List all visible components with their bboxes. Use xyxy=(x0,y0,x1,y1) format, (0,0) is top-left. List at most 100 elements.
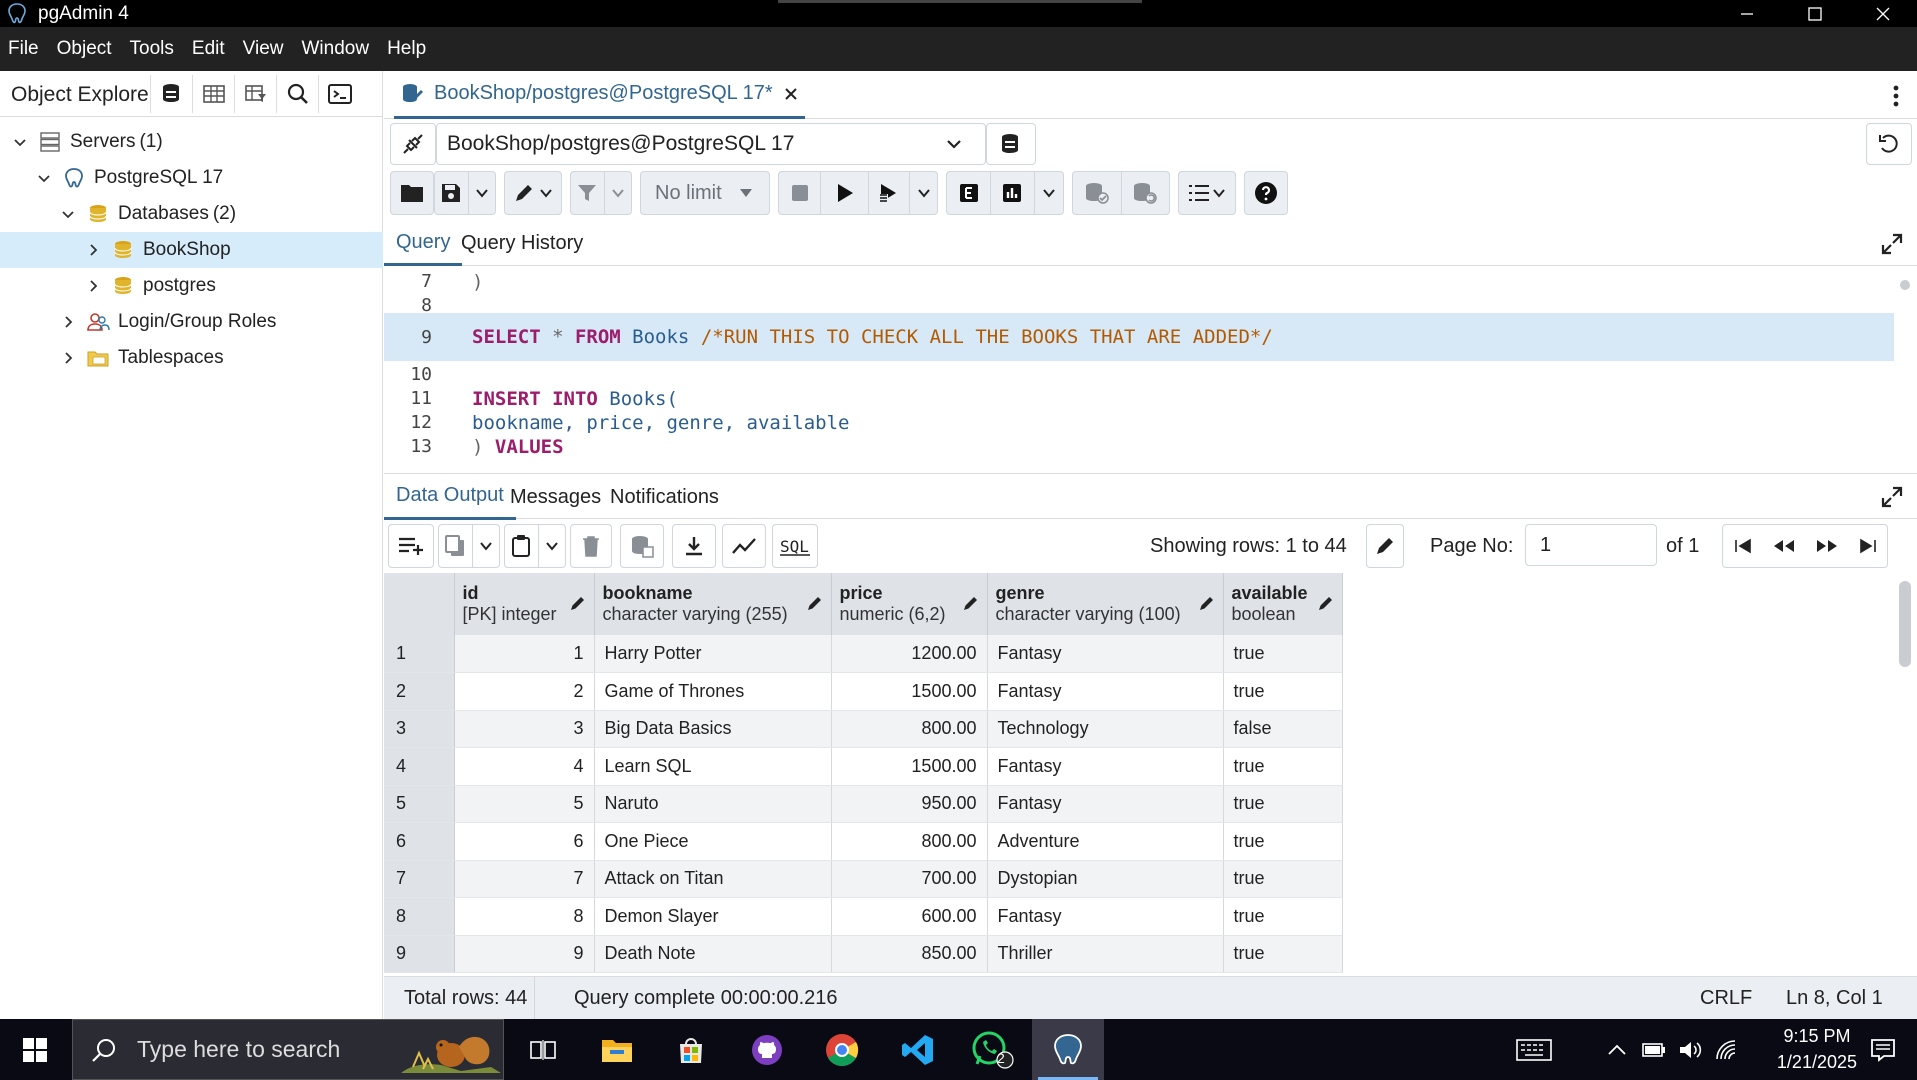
save-file-button[interactable] xyxy=(435,172,468,214)
explain-dropdown[interactable] xyxy=(1033,172,1064,214)
column-header-available[interactable]: available boolean xyxy=(1223,573,1343,635)
copy-dropdown[interactable] xyxy=(471,525,499,567)
vscode-button[interactable] xyxy=(883,1019,953,1080)
cell-available[interactable]: true xyxy=(1223,785,1343,823)
graph-visualiser-button[interactable] xyxy=(722,524,766,568)
chevron-down-icon[interactable] xyxy=(12,134,28,150)
cell-available[interactable]: true xyxy=(1223,935,1343,973)
tab-data-output[interactable]: Data Output xyxy=(384,474,516,520)
cell-bookname[interactable]: Demon Slayer xyxy=(594,897,832,936)
commit-button[interactable] xyxy=(1073,172,1121,214)
column-header-price[interactable]: price numeric (6,2) xyxy=(831,573,988,635)
connection-select[interactable]: BookShop/postgres@PostgreSQL 17 xyxy=(436,123,986,165)
search-objects-icon[interactable] xyxy=(276,75,318,113)
copy-button[interactable] xyxy=(439,525,472,567)
cell-id[interactable]: 5 xyxy=(454,785,595,823)
save-options-dropdown[interactable] xyxy=(467,172,495,214)
query-tool-db-button[interactable] xyxy=(150,75,192,113)
column-header-genre[interactable]: genre character varying (100) xyxy=(987,573,1224,635)
edit-column-icon[interactable] xyxy=(807,595,823,611)
download-csv-button[interactable] xyxy=(672,524,716,568)
chevron-down-icon[interactable] xyxy=(36,170,52,186)
cell-price[interactable]: 1200.00 xyxy=(831,635,988,673)
tab-query-history[interactable]: Query History xyxy=(449,221,595,266)
stop-query-button[interactable] xyxy=(779,172,820,214)
editor-scrollbar[interactable] xyxy=(1899,279,1911,454)
wifi-icon[interactable] xyxy=(1714,1039,1738,1061)
taskbar-search[interactable]: Type here to search xyxy=(72,1019,504,1080)
table-row[interactable]: 9 9 Death Note 850.00 Thriller true xyxy=(384,935,1343,973)
row-number-cell[interactable]: 8 xyxy=(384,897,455,936)
add-row-button[interactable] xyxy=(388,524,434,568)
sql-editor[interactable]: 7 ) 8 9 SELECT * FROM Books /*RUN THIS T… xyxy=(384,267,1917,472)
tree-tablespaces[interactable]: Tablespaces xyxy=(60,340,224,376)
open-file-button[interactable] xyxy=(390,171,434,215)
row-limit-select[interactable]: No limit xyxy=(640,171,770,215)
edit-menu-button[interactable] xyxy=(504,171,562,215)
cell-price[interactable]: 1500.00 xyxy=(831,747,988,786)
new-connection-button[interactable] xyxy=(986,123,1036,165)
cell-price[interactable]: 950.00 xyxy=(831,785,988,823)
explain-button[interactable] xyxy=(947,172,990,214)
cell-price[interactable]: 800.00 xyxy=(831,710,988,748)
row-number-cell[interactable]: 5 xyxy=(384,785,455,823)
row-number-cell[interactable]: 6 xyxy=(384,822,455,861)
execute-script-button[interactable] xyxy=(867,172,909,214)
more-options-icon[interactable] xyxy=(1893,85,1899,107)
battery-icon[interactable] xyxy=(1642,1042,1666,1058)
microsoft-store-button[interactable] xyxy=(656,1019,726,1080)
chevron-right-icon[interactable] xyxy=(85,278,101,294)
keyboard-layout-icon[interactable] xyxy=(1516,1038,1552,1062)
whatsapp-button[interactable]: 2 xyxy=(958,1019,1028,1080)
save-data-changes-button[interactable] xyxy=(620,524,664,568)
row-number-cell[interactable]: 3 xyxy=(384,710,455,748)
table-row[interactable]: 4 4 Learn SQL 1500.00 Fantasy true xyxy=(384,747,1343,786)
row-number-cell[interactable]: 9 xyxy=(384,935,455,973)
menu-edit[interactable]: Edit xyxy=(192,38,225,60)
filtered-rows-button[interactable] xyxy=(234,75,276,113)
previous-page-icon[interactable] xyxy=(1773,538,1795,554)
close-window-button[interactable] xyxy=(1849,0,1917,27)
task-view-button[interactable] xyxy=(508,1019,578,1080)
cell-id[interactable]: 2 xyxy=(454,672,595,711)
cell-price[interactable]: 850.00 xyxy=(831,935,988,973)
cell-bookname[interactable]: Learn SQL xyxy=(594,747,832,786)
cell-id[interactable]: 8 xyxy=(454,897,595,936)
page-number-input[interactable]: 1 xyxy=(1525,524,1657,566)
pgadmin-taskbar-button[interactable] xyxy=(1032,1019,1104,1080)
notification-center-button[interactable] xyxy=(1848,1019,1917,1080)
grid-scrollbar[interactable] xyxy=(1899,581,1911,667)
chrome-button[interactable] xyxy=(807,1019,877,1080)
cell-genre[interactable]: Fantasy xyxy=(987,672,1224,711)
system-clock[interactable]: 9:15 PM 1/21/2025 xyxy=(1777,1023,1857,1075)
help-button[interactable] xyxy=(1244,171,1288,215)
macros-menu-button[interactable] xyxy=(1178,171,1236,215)
tab-messages[interactable]: Messages xyxy=(498,474,613,520)
maximize-editor-icon[interactable] xyxy=(1881,233,1903,255)
close-tab-icon[interactable] xyxy=(783,86,799,102)
cell-genre[interactable]: Thriller xyxy=(987,935,1224,973)
cell-genre[interactable]: Technology xyxy=(987,710,1224,748)
edit-rows-range-button[interactable] xyxy=(1366,524,1404,568)
reset-layout-button[interactable] xyxy=(1866,123,1912,165)
cell-id[interactable]: 4 xyxy=(454,747,595,786)
last-page-icon[interactable] xyxy=(1859,538,1877,554)
tree-db-postgres[interactable]: postgres xyxy=(85,268,216,304)
table-row[interactable]: 7 7 Attack on Titan 700.00 Dystopian true xyxy=(384,860,1343,898)
file-explorer-button[interactable] xyxy=(582,1019,652,1080)
cell-available[interactable]: true xyxy=(1223,747,1343,786)
table-row[interactable]: 3 3 Big Data Basics 800.00 Technology false xyxy=(384,710,1343,748)
cell-genre[interactable]: Adventure xyxy=(987,822,1224,861)
cell-genre[interactable]: Fantasy xyxy=(987,747,1224,786)
tree-postgresql-17[interactable]: PostgreSQL 17 xyxy=(36,160,223,196)
cell-genre[interactable]: Fantasy xyxy=(987,635,1224,673)
menu-window[interactable]: Window xyxy=(302,38,370,60)
view-data-table-button[interactable] xyxy=(192,75,234,113)
cell-price[interactable]: 1500.00 xyxy=(831,672,988,711)
table-row[interactable]: 8 8 Demon Slayer 600.00 Fantasy true xyxy=(384,897,1343,936)
tree-servers[interactable]: Servers (1) xyxy=(12,124,163,160)
cell-bookname[interactable]: Game of Thrones xyxy=(594,672,832,711)
row-number-cell[interactable]: 7 xyxy=(384,860,455,898)
edit-column-icon[interactable] xyxy=(963,595,979,611)
chevron-right-icon[interactable] xyxy=(60,314,76,330)
